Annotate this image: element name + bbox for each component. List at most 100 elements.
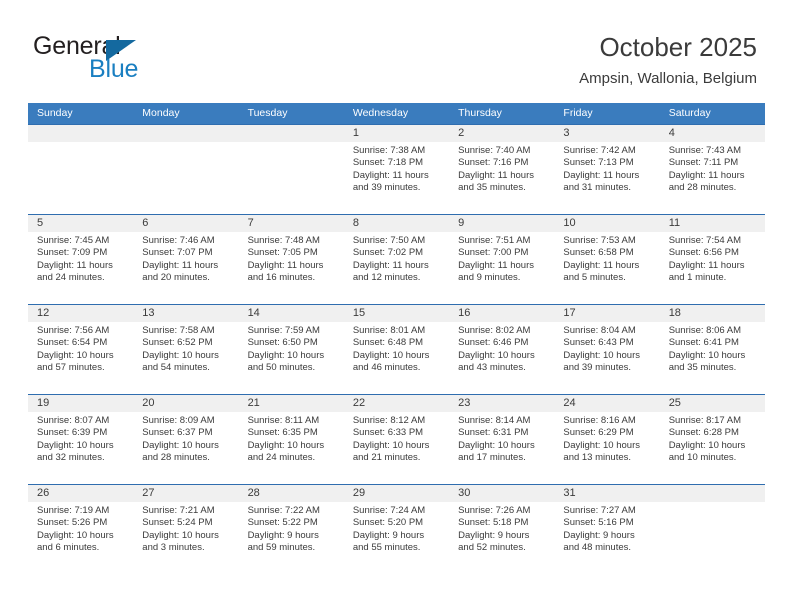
day-details: Sunrise: 7:43 AM Sunset: 7:11 PM Dayligh… [660,142,765,195]
sunset-text: Sunset: 7:16 PM [458,157,529,169]
day-cell[interactable]: 16 Sunrise: 8:02 AM Sunset: 6:46 PM Dayl… [449,305,555,394]
day-number: 18 [659,305,765,322]
sunset-text: Sunset: 6:33 PM [352,427,424,439]
day-number: 4 [659,125,765,142]
sunset-text: Sunset: 6:35 PM [247,427,318,439]
daylight-text-line2: and 13 minutes. [563,452,632,464]
sunrise-text: Sunrise: 7:45 AM [37,235,110,246]
title-block: October 2025 Ampsin, Wallonia, Belgium [579,30,757,90]
day-cell[interactable]: 6 Sunrise: 7:46 AM Sunset: 7:07 PM Dayli… [133,215,239,304]
day-details: Sunrise: 7:59 AM Sunset: 6:50 PM Dayligh… [239,322,344,375]
daylight-text-line1: Daylight: 10 hours [563,349,640,361]
day-number [659,485,765,502]
sunset-text: Sunset: 6:48 PM [352,337,424,349]
day-cell[interactable]: 14 Sunrise: 7:59 AM Sunset: 6:50 PM Dayl… [238,305,344,394]
day-cell[interactable]: 27 Sunrise: 7:21 AM Sunset: 5:24 PM Dayl… [133,485,239,574]
day-number: 5 [28,215,134,232]
day-cell[interactable]: 9 Sunrise: 7:51 AM Sunset: 7:00 PM Dayli… [449,215,555,304]
day-details: Sunrise: 7:50 AM Sunset: 7:02 PM Dayligh… [344,232,449,285]
day-cell[interactable]: 17 Sunrise: 8:04 AM Sunset: 6:43 PM Dayl… [554,305,660,394]
day-number: 21 [238,395,344,412]
general-blue-logo[interactable]: General Blue [33,34,233,86]
daylight-text-line1: Daylight: 10 hours [142,439,219,451]
sunrise-text: Sunrise: 8:14 AM [458,415,531,426]
daylight-text-line1: Daylight: 11 hours [142,259,219,271]
day-details: Sunrise: 7:45 AM Sunset: 7:09 PM Dayligh… [28,232,133,285]
day-cell[interactable]: 24 Sunrise: 8:16 AM Sunset: 6:29 PM Dayl… [554,395,660,484]
day-details: Sunrise: 8:01 AM Sunset: 6:48 PM Dayligh… [344,322,449,375]
day-cell[interactable]: 29 Sunrise: 7:24 AM Sunset: 5:20 PM Dayl… [343,485,450,574]
day-cell[interactable]: 15 Sunrise: 8:01 AM Sunset: 6:48 PM Dayl… [343,305,450,394]
day-number: 30 [449,485,555,502]
daylight-text-line2: and 28 minutes. [668,182,737,194]
day-cell[interactable]: 12 Sunrise: 7:56 AM Sunset: 6:54 PM Dayl… [28,305,134,394]
day-cell[interactable]: 1 Sunrise: 7:38 AM Sunset: 7:18 PM Dayli… [343,125,450,214]
sunset-text: Sunset: 6:41 PM [668,337,739,349]
day-cell[interactable]: 13 Sunrise: 7:58 AM Sunset: 6:52 PM Dayl… [133,305,239,394]
sunrise-text: Sunrise: 8:12 AM [352,415,426,426]
daylight-text-line1: Daylight: 10 hours [352,349,430,361]
calendar-week-row: 19 Sunrise: 8:07 AM Sunset: 6:39 PM Dayl… [28,394,765,484]
day-cell[interactable]: 23 Sunrise: 8:14 AM Sunset: 6:31 PM Dayl… [449,395,555,484]
day-cell[interactable]: 19 Sunrise: 8:07 AM Sunset: 6:39 PM Dayl… [28,395,134,484]
day-details: Sunrise: 8:16 AM Sunset: 6:29 PM Dayligh… [554,412,659,465]
daylight-text-line1: Daylight: 9 hours [247,529,319,541]
day-number: 12 [28,305,134,322]
day-cell[interactable]: 22 Sunrise: 8:12 AM Sunset: 6:33 PM Dayl… [343,395,450,484]
sunset-text: Sunset: 7:02 PM [352,247,424,259]
daylight-text-line1: Daylight: 11 hours [247,259,324,271]
day-cell[interactable]: 8 Sunrise: 7:50 AM Sunset: 7:02 PM Dayli… [343,215,450,304]
daylight-text-line2: and 54 minutes. [142,362,210,374]
day-details: Sunrise: 7:51 AM Sunset: 7:00 PM Dayligh… [449,232,554,285]
day-cell[interactable] [238,125,344,214]
sunset-text: Sunset: 6:50 PM [247,337,318,349]
daylight-text-line1: Daylight: 10 hours [37,439,114,451]
day-cell[interactable]: 21 Sunrise: 8:11 AM Sunset: 6:35 PM Dayl… [238,395,344,484]
weekday-header-saturday: Saturday [668,107,711,119]
day-number: 11 [659,215,765,232]
day-cell[interactable]: 25 Sunrise: 8:17 AM Sunset: 6:28 PM Dayl… [659,395,765,484]
day-cell[interactable]: 2 Sunrise: 7:40 AM Sunset: 7:16 PM Dayli… [449,125,555,214]
day-cell[interactable] [133,125,239,214]
sunrise-text: Sunrise: 8:02 AM [458,325,531,336]
calendar-week-row: 26 Sunrise: 7:19 AM Sunset: 5:26 PM Dayl… [28,484,765,574]
day-number: 9 [449,215,555,232]
sunset-text: Sunset: 7:00 PM [458,247,529,259]
sunrise-text: Sunrise: 7:59 AM [247,325,320,336]
day-cell[interactable] [659,485,765,574]
brand-word-blue: Blue [89,55,139,83]
day-cell[interactable]: 11 Sunrise: 7:54 AM Sunset: 6:56 PM Dayl… [659,215,765,304]
daylight-text-line2: and 9 minutes. [458,272,521,284]
day-number: 17 [554,305,660,322]
day-cell[interactable]: 4 Sunrise: 7:43 AM Sunset: 7:11 PM Dayli… [659,125,765,214]
day-cell[interactable]: 30 Sunrise: 7:26 AM Sunset: 5:18 PM Dayl… [449,485,555,574]
daylight-text-line2: and 21 minutes. [352,452,421,464]
day-number: 15 [343,305,450,322]
sunrise-text: Sunrise: 7:54 AM [668,235,742,246]
day-cell[interactable]: 10 Sunrise: 7:53 AM Sunset: 6:58 PM Dayl… [554,215,660,304]
day-number: 22 [343,395,450,412]
day-cell[interactable]: 28 Sunrise: 7:22 AM Sunset: 5:22 PM Dayl… [238,485,344,574]
sunrise-text: Sunrise: 7:24 AM [352,505,426,516]
day-cell[interactable]: 7 Sunrise: 7:48 AM Sunset: 7:05 PM Dayli… [238,215,344,304]
sunset-text: Sunset: 6:28 PM [668,427,739,439]
daylight-text-line2: and 48 minutes. [563,542,632,554]
daylight-text-line2: and 32 minutes. [37,452,105,464]
daylight-text-line1: Daylight: 10 hours [142,529,219,541]
day-details: Sunrise: 8:12 AM Sunset: 6:33 PM Dayligh… [344,412,449,465]
day-cell[interactable] [28,125,134,214]
sunset-text: Sunset: 7:18 PM [352,157,424,169]
day-cell[interactable]: 3 Sunrise: 7:42 AM Sunset: 7:13 PM Dayli… [554,125,660,214]
day-cell[interactable]: 26 Sunrise: 7:19 AM Sunset: 5:26 PM Dayl… [28,485,134,574]
sunrise-text: Sunrise: 8:01 AM [352,325,426,336]
day-number: 25 [659,395,765,412]
calendar-grid: Sunday Monday Tuesday Wednesday Thursday… [28,103,765,574]
day-cell[interactable]: 20 Sunrise: 8:09 AM Sunset: 6:37 PM Dayl… [133,395,239,484]
daylight-text-line2: and 31 minutes. [563,182,632,194]
sunrise-text: Sunrise: 7:19 AM [37,505,110,516]
day-number: 24 [554,395,660,412]
day-cell[interactable]: 18 Sunrise: 8:06 AM Sunset: 6:41 PM Dayl… [659,305,765,394]
day-cell[interactable]: 5 Sunrise: 7:45 AM Sunset: 7:09 PM Dayli… [28,215,134,304]
day-details: Sunrise: 7:24 AM Sunset: 5:20 PM Dayligh… [344,502,449,555]
day-cell[interactable]: 31 Sunrise: 7:27 AM Sunset: 5:16 PM Dayl… [554,485,660,574]
